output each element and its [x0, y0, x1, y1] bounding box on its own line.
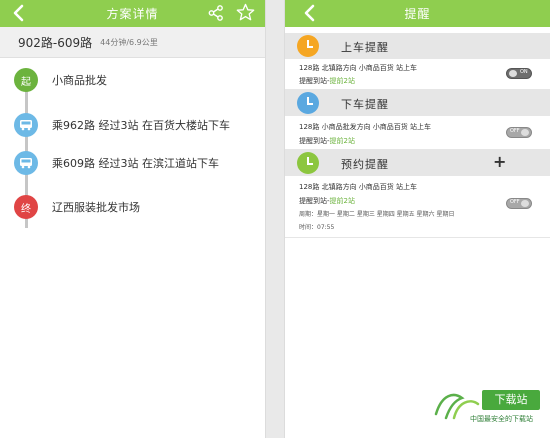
- section-title: 上车提醒: [341, 41, 389, 54]
- add-reminder-button[interactable]: +: [493, 152, 506, 171]
- step-start: 起 小商品批发: [14, 68, 107, 92]
- bus-icon: [14, 151, 38, 175]
- watermark-tagline: 中国最安全的下载站: [470, 415, 533, 423]
- step-text: 小商品批发: [52, 74, 107, 87]
- bus-icon: [14, 113, 38, 137]
- reminder-route: 128路 北镇路方向 小商品百货 站上车: [299, 64, 418, 72]
- reminder-alert: 提醒到站-提前2站: [299, 137, 355, 145]
- step-text: 辽西服装批发市场: [52, 201, 140, 214]
- reminder-toggle[interactable]: ON: [506, 68, 532, 79]
- step-bus-2: 乘609路 经过3站 在滨江道站下车: [14, 151, 219, 175]
- route-detail-screen: 方案详情 902路-609路 44分钟/6.9公里 起 小商品批发 乘962路 …: [0, 0, 266, 438]
- route-duration-distance: 44分钟/6.9公里: [100, 37, 158, 47]
- page-title: 方案详情: [106, 7, 159, 21]
- clock-icon: [297, 152, 319, 174]
- scheduled-reminder-header: 预约提醒 +: [285, 150, 550, 176]
- section-title: 预约提醒: [341, 158, 389, 171]
- reminder-toggle[interactable]: OFF: [506, 198, 532, 209]
- reminder-route: 128路 小商品批发方向 小商品百货 站上车: [299, 123, 432, 131]
- route-steps: 起 小商品批发 乘962路 经过3站 在百货大楼站下车 乘609路 经过3站 在…: [0, 58, 265, 438]
- step-bus-1: 乘962路 经过3站 在百货大楼站下车: [14, 113, 230, 137]
- reminder-alert: 提醒到站-提前2站: [299, 197, 355, 205]
- step-text: 乘962路 经过3站 在百货大楼站下车: [52, 119, 230, 132]
- top-bar: 提醒: [285, 0, 550, 27]
- clock-icon: [297, 92, 319, 114]
- start-badge: 起: [14, 68, 38, 92]
- reminder-time: 时间：07:55: [299, 224, 335, 231]
- page-title: 提醒: [404, 7, 431, 21]
- route-summary: 902路-609路 44分钟/6.9公里: [0, 27, 265, 58]
- watermark-logo: 下载站 中国最安全的下载站: [432, 384, 550, 438]
- reminder-item[interactable]: 128路 小商品批发方向 小商品百货 站上车 提醒到站-提前2站 OFF: [285, 116, 550, 150]
- reminder-screen: 提醒 上车提醒 128路 北镇路方向 小商品百货 站上车 提醒到站-提前2站 O…: [284, 0, 550, 438]
- step-text: 乘609路 经过3站 在滨江道站下车: [52, 157, 219, 170]
- end-badge: 终: [14, 195, 38, 219]
- route-name: 902路-609路: [18, 35, 93, 50]
- boarding-reminder-header: 上车提醒: [285, 33, 550, 59]
- step-end: 终 辽西服装批发市场: [14, 195, 140, 219]
- alighting-reminder-header: 下车提醒: [285, 90, 550, 116]
- clock-icon: [297, 35, 319, 57]
- reminder-route: 128路 北镇路方向 小商品百货 站上车: [299, 183, 418, 191]
- reminder-toggle[interactable]: OFF: [506, 127, 532, 138]
- reminder-weekdays: 周期：星期一 星期二 星期三 星期四 星期五 星期六 星期日: [299, 211, 455, 218]
- reminder-item[interactable]: 128路 北镇路方向 小商品百货 站上车 提醒到站-提前2站 ON: [285, 59, 550, 90]
- top-bar: 方案详情: [0, 0, 265, 27]
- reminder-alert: 提醒到站-提前2站: [299, 77, 355, 85]
- reminder-item[interactable]: 128路 北镇路方向 小商品百货 站上车 提醒到站-提前2站 周期：星期一 星期…: [285, 176, 550, 238]
- watermark-brand: 下载站: [482, 390, 540, 410]
- star-icon[interactable]: [236, 3, 255, 22]
- share-icon[interactable]: [207, 4, 225, 22]
- section-title: 下车提醒: [341, 98, 389, 111]
